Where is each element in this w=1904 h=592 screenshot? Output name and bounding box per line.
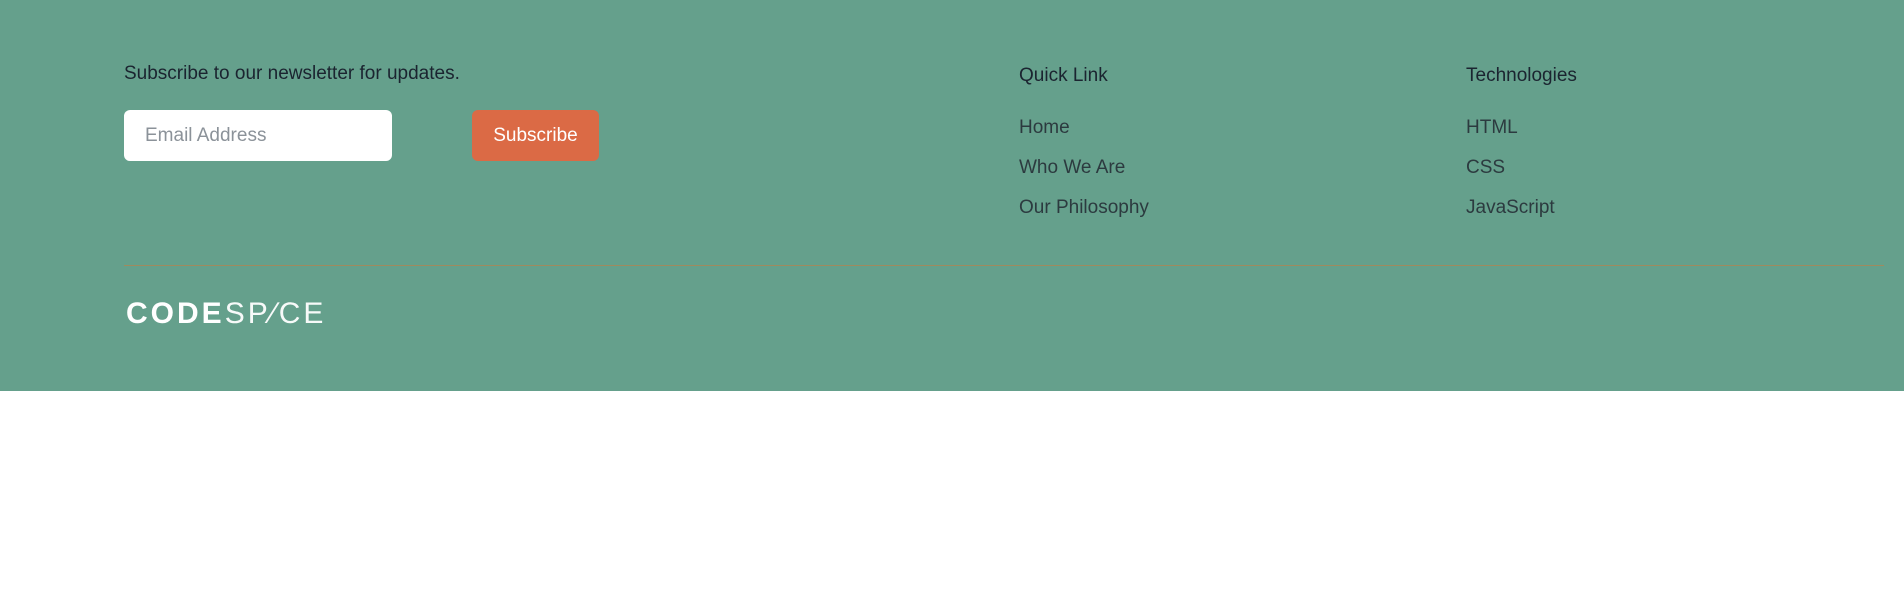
newsletter-title: Subscribe to our newsletter for updates. [124, 63, 460, 84]
codespace-logo[interactable]: CODESP∕CE [126, 296, 326, 332]
link-who-we-are[interactable]: Who We Are [1019, 156, 1149, 180]
email-input[interactable] [124, 110, 392, 161]
link-our-philosophy[interactable]: Our Philosophy [1019, 196, 1149, 220]
link-javascript[interactable]: JavaScript [1466, 196, 1577, 220]
site-footer: Subscribe to our newsletter for updates.… [0, 0, 1904, 391]
footer-divider [124, 265, 1884, 266]
technologies-column: Technologies HTML CSS JavaScript [1466, 63, 1577, 236]
link-css[interactable]: CSS [1466, 156, 1577, 180]
logo-text-bold: CODE [126, 297, 225, 330]
link-home[interactable]: Home [1019, 116, 1149, 140]
link-html[interactable]: HTML [1466, 116, 1577, 140]
subscribe-button[interactable]: Subscribe [472, 110, 599, 161]
technologies-title: Technologies [1466, 65, 1577, 86]
quick-links-column: Quick Link Home Who We Are Our Philosoph… [1019, 63, 1149, 236]
logo-text-light: SP∕CE [224, 297, 327, 330]
quick-links-title: Quick Link [1019, 65, 1108, 86]
